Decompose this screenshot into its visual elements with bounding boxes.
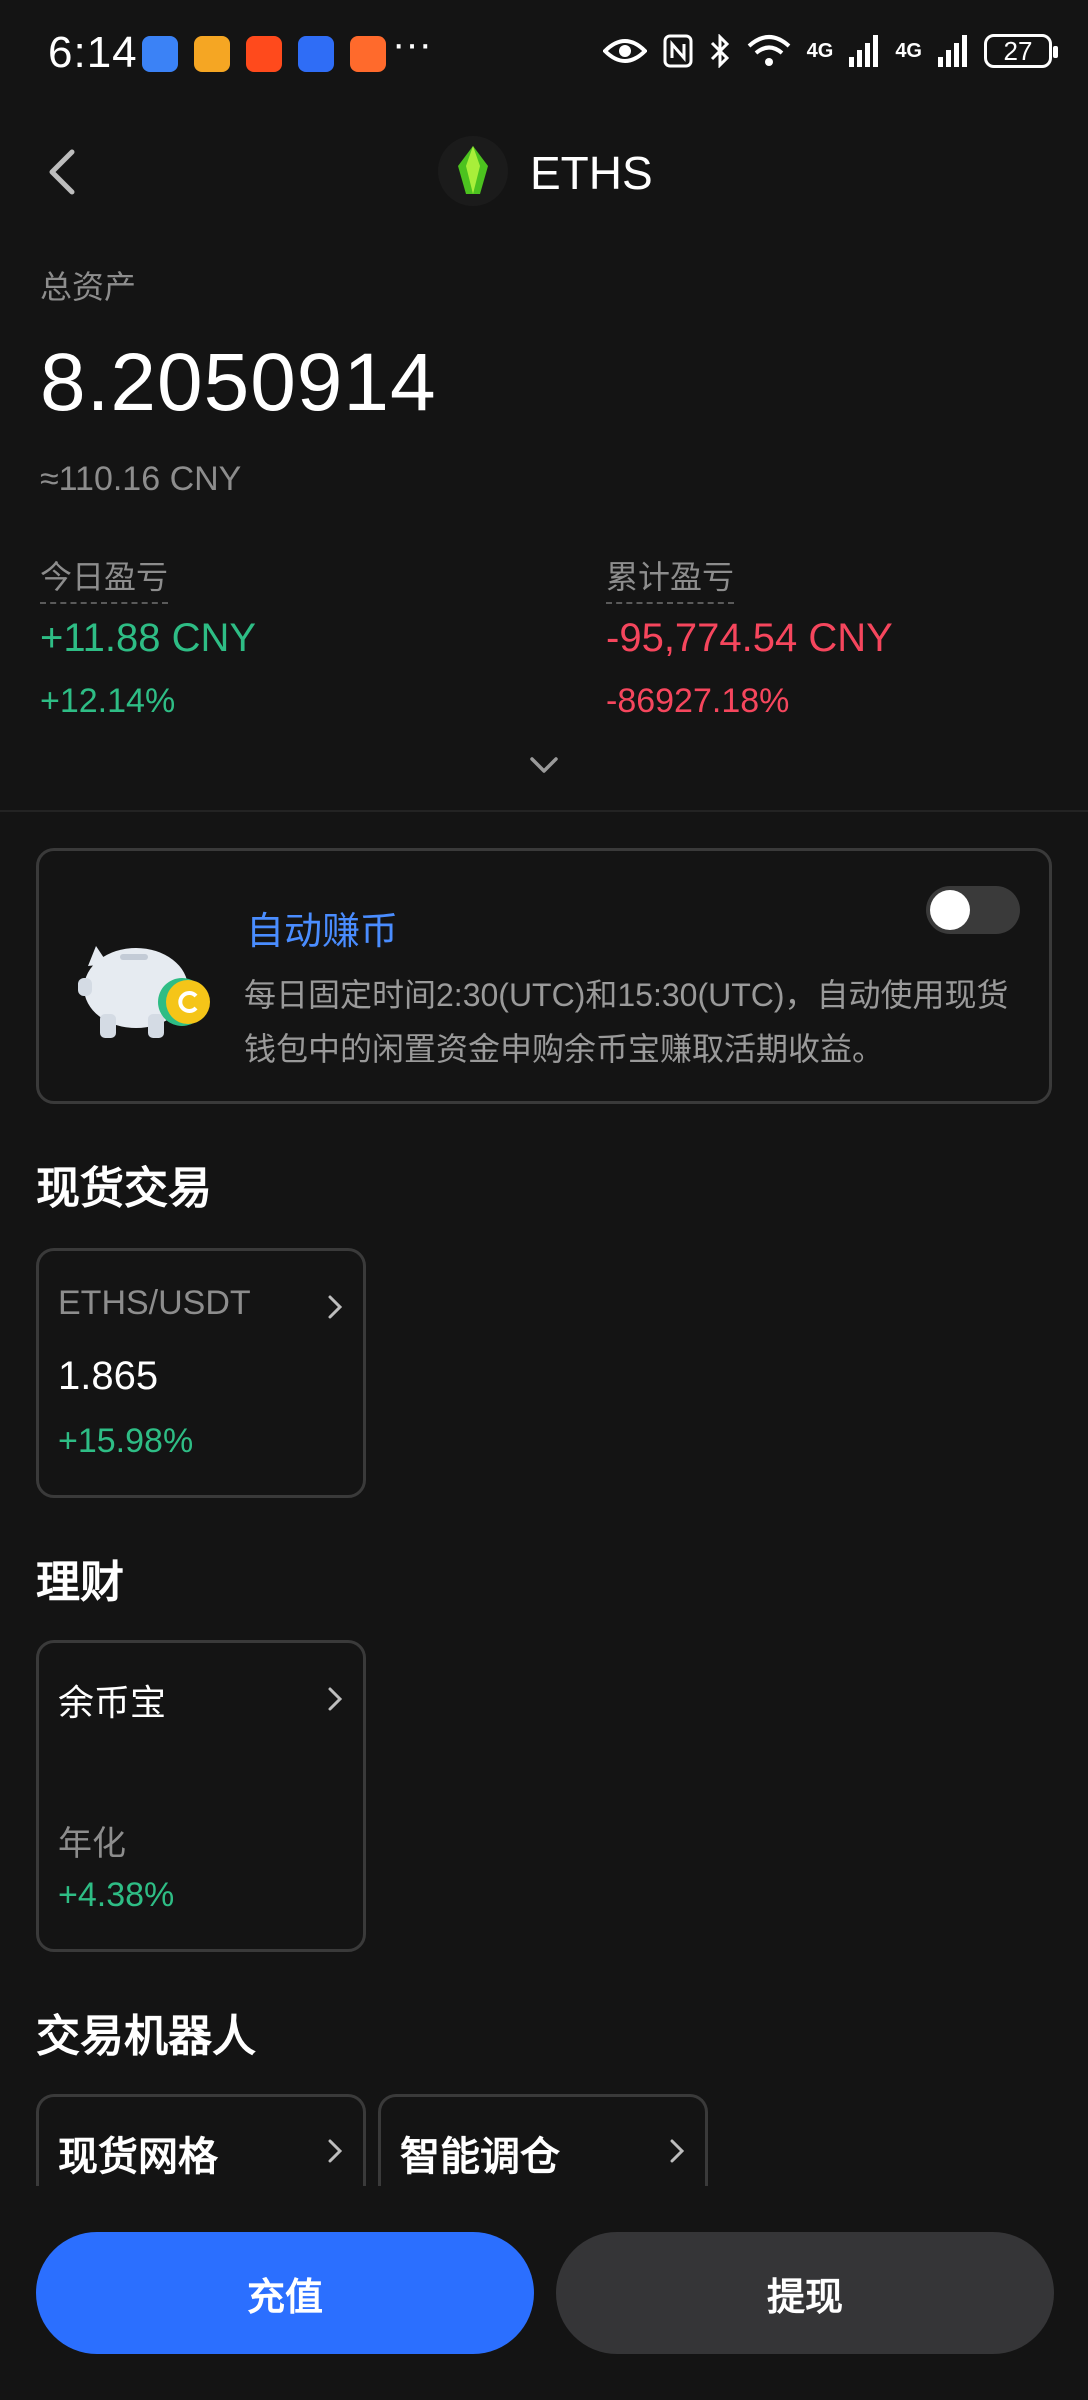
status-indicators: 4G 4G 27 xyxy=(602,34,1058,68)
today-pnl-percent: +12.14% xyxy=(40,682,176,720)
piggy-bank-icon xyxy=(78,946,210,1038)
network-type-2: 4G xyxy=(895,39,922,62)
eths-coin-logo xyxy=(438,136,508,206)
page-title: ETHS xyxy=(530,147,653,199)
total-assets-label: 总资产 xyxy=(40,269,137,305)
taobao-app-icon xyxy=(246,36,282,72)
finance-section-title: 理财 xyxy=(36,1558,124,1607)
chevron-right-icon xyxy=(670,2139,685,2163)
chevron-right-icon xyxy=(328,2139,343,2163)
cumulative-pnl-percent: -86927.18% xyxy=(606,682,790,720)
chevron-right-icon xyxy=(328,1687,343,1711)
auto-earn-description: 每日固定时间2:30(UTC)和15:30(UTC)，自动使用现货钱包中的闲置资… xyxy=(244,977,1009,1067)
annual-rate-label: 年化 xyxy=(58,1825,126,1863)
status-time: 6:14 xyxy=(48,28,138,77)
spot-grid-label: 现货网格 xyxy=(58,2135,218,2179)
chevron-right-icon xyxy=(328,1295,343,1319)
shopping-app-icon xyxy=(350,36,386,72)
eye-icon xyxy=(602,39,647,63)
map-app-icon xyxy=(142,36,178,72)
chevron-down-icon[interactable] xyxy=(524,752,564,778)
annual-rate-value: +4.38% xyxy=(58,1876,175,1914)
bluetooth-icon xyxy=(710,34,729,68)
notification-icons xyxy=(142,36,386,72)
withdraw-button[interactable]: 提现 xyxy=(556,2232,1054,2354)
bots-section-title: 交易机器人 xyxy=(36,2012,256,2061)
total-assets-cny: ≈110.16 CNY xyxy=(40,460,242,498)
savings-product-name: 余币宝 xyxy=(58,1682,167,1723)
nfc-icon xyxy=(663,34,693,68)
signal-icon-2 xyxy=(938,35,967,67)
cumulative-pnl-label[interactable]: 累计盈亏 xyxy=(606,552,735,604)
spot-pair-name: ETHS/USDT xyxy=(58,1284,251,1322)
back-arrow-icon[interactable] xyxy=(40,144,84,200)
wifi-icon xyxy=(747,35,790,66)
today-pnl-label[interactable]: 今日盈亏 xyxy=(40,552,169,604)
baidu-app-icon xyxy=(298,36,334,72)
section-divider xyxy=(0,810,1088,812)
battery-icon: 27 xyxy=(984,34,1058,68)
today-pnl-value: +11.88 CNY xyxy=(40,616,257,660)
delivery-app-icon xyxy=(194,36,230,72)
deposit-button[interactable]: 充值 xyxy=(36,2232,534,2354)
spot-change: +15.98% xyxy=(58,1422,194,1460)
cumulative-pnl-value: -95,774.54 CNY xyxy=(606,616,893,660)
toggle-knob[interactable] xyxy=(930,890,970,930)
network-type-1: 4G xyxy=(806,39,834,62)
smart-rebalance-label: 智能调仓 xyxy=(400,2135,560,2179)
more-notifications-icon: ··· xyxy=(392,22,432,66)
spot-section-title: 现货交易 xyxy=(36,1164,212,1213)
total-assets-value: 8.2050914 xyxy=(40,337,437,428)
signal-icon xyxy=(849,35,879,67)
spot-price: 1.865 xyxy=(58,1354,159,1398)
auto-earn-title[interactable]: 自动赚币 xyxy=(246,900,398,955)
